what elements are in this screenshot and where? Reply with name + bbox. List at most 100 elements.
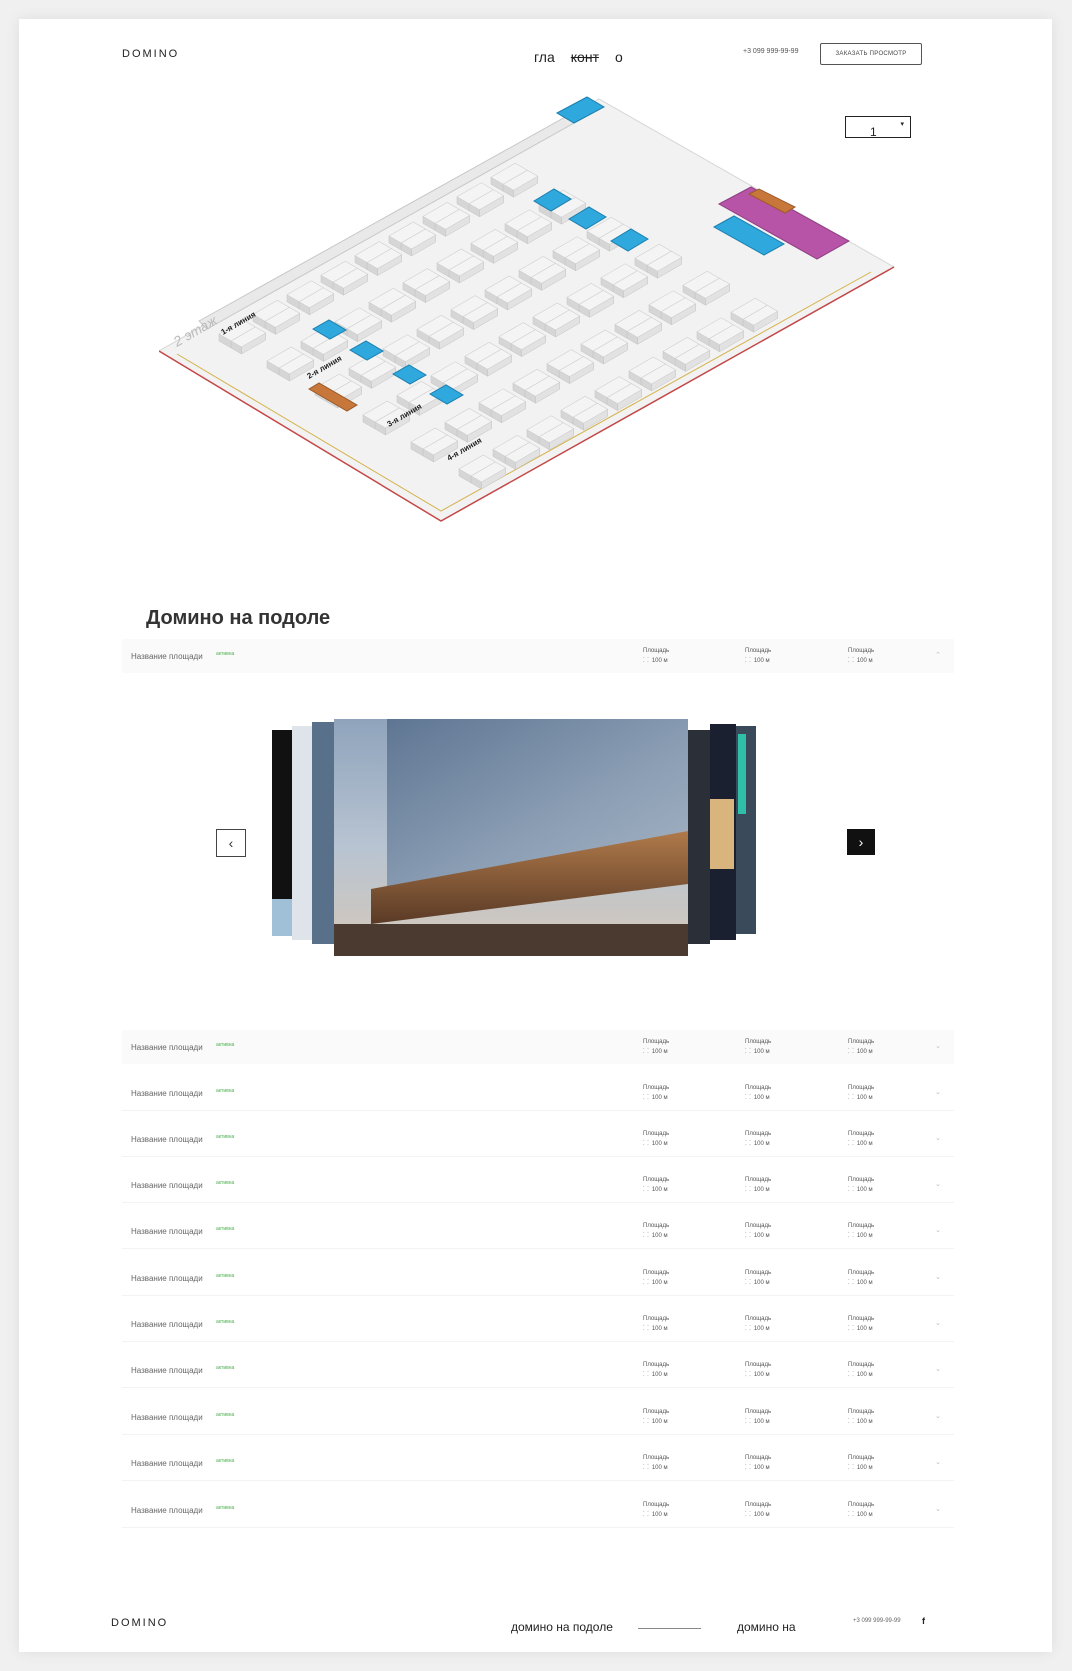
area-stat-value: 100 м xyxy=(643,1324,669,1334)
area-row[interactable]: Название площадиактивнаПлощадь100 мПлоща… xyxy=(122,1261,954,1296)
chevron-up-icon[interactable]: ⌃ xyxy=(935,651,941,659)
area-stat-value: 100 м xyxy=(848,1185,874,1195)
chevron-down-icon[interactable]: ⌄ xyxy=(935,1412,941,1420)
status-badge: активна xyxy=(216,1273,235,1279)
area-stat: Площадь 100 м xyxy=(745,1408,771,1427)
status-badge: активна xyxy=(216,1412,235,1418)
chevron-down-icon[interactable]: ⌄ xyxy=(935,1273,941,1281)
area-stat: Площадь 100 м xyxy=(745,1361,771,1380)
area-stat-label: Площадь xyxy=(848,1223,875,1229)
area-row[interactable]: Название площадиактивнаПлощадь100 мПлоща… xyxy=(122,1307,954,1342)
area-row[interactable]: Название площадиактивнаПлощадь100 мПлоща… xyxy=(122,1076,954,1111)
order-viewing-button[interactable]: ЗАКАЗАТЬ ПРОСМОТР xyxy=(820,43,922,65)
area-row[interactable]: Название площадиактивнаПлощадь100 мПлоща… xyxy=(122,1030,954,1064)
area-stat-value: 100 м xyxy=(745,1185,771,1195)
chevron-down-icon[interactable]: ⌄ xyxy=(935,1458,941,1466)
gallery-slide[interactable] xyxy=(292,726,312,940)
area-stat: Площадь 100 м xyxy=(745,1454,771,1473)
area-name: Название площади xyxy=(131,1413,203,1422)
area-row[interactable]: Название площадиактивнаПлощадь100 мПлоща… xyxy=(122,1214,954,1249)
logo[interactable]: DOMINO xyxy=(122,48,179,60)
area-stat-label: Площадь xyxy=(643,1316,670,1322)
area-stat-value: 100 м xyxy=(848,1463,874,1473)
gallery-slide[interactable] xyxy=(738,734,746,814)
facebook-icon[interactable]: f xyxy=(922,1616,925,1626)
area-stat: Площадь 100 м xyxy=(643,1084,669,1103)
footer-logo[interactable]: DOMINO xyxy=(111,1617,168,1629)
area-stat-value: 100 м xyxy=(643,1370,669,1380)
area-stat-label: Площадь xyxy=(643,1177,670,1183)
area-name: Название площади xyxy=(131,1366,203,1375)
chevron-down-icon[interactable]: ⌄ xyxy=(935,1365,941,1373)
area-stat: Площадь 100 м xyxy=(745,1084,771,1103)
area-name: Название площади xyxy=(131,1274,203,1283)
gallery-main-image-ground xyxy=(334,924,688,956)
gallery-slide[interactable] xyxy=(688,730,710,944)
area-row[interactable]: Название площадиактивнаПлощадь100 мПлоща… xyxy=(122,639,954,673)
status-badge: активна xyxy=(216,1042,235,1048)
area-stat: Площадь 100 м xyxy=(643,1501,669,1520)
gallery-slide[interactable] xyxy=(272,899,292,936)
chevron-right-icon: › xyxy=(858,834,864,850)
chevron-down-icon[interactable]: ⌄ xyxy=(935,1134,941,1142)
area-stat-label: Площадь xyxy=(745,1039,772,1045)
area-stat-value: 100 м xyxy=(745,1231,771,1241)
status-badge: активна xyxy=(216,1180,235,1186)
area-name: Название площади xyxy=(131,1506,203,1515)
gallery-slide[interactable] xyxy=(710,799,734,869)
footer-divider xyxy=(638,1628,701,1629)
area-row[interactable]: Название площадиактивнаПлощадь100 мПлоща… xyxy=(122,1353,954,1388)
area-stat-label: Площадь xyxy=(643,1455,670,1461)
chevron-down-icon[interactable]: ⌄ xyxy=(935,1226,941,1234)
area-stat-label: Площадь xyxy=(848,1085,875,1091)
area-row[interactable]: Название площадиактивнаПлощадь100 мПлоща… xyxy=(122,1400,954,1435)
floor-map[interactable]: 2 этаж 1-я линия 2-я линия 3-я линия 4-я… xyxy=(159,89,959,559)
area-stat: Площадь 100 м xyxy=(643,1038,669,1057)
area-row[interactable]: Название площадиактивнаПлощадь100 мПлоща… xyxy=(122,1122,954,1157)
status-badge: активна xyxy=(216,1134,235,1140)
area-stat: Площадь 100 м xyxy=(848,647,874,666)
area-stat: Площадь 100 м xyxy=(745,1176,771,1195)
nav-item-about[interactable]: о xyxy=(615,49,623,65)
area-stat-label: Площадь xyxy=(643,1502,670,1508)
footer-link-domino-podol[interactable]: домино на подоле xyxy=(511,1620,613,1634)
gallery-prev-button[interactable]: ‹ xyxy=(216,829,246,857)
area-stat-value: 100 м xyxy=(643,656,669,666)
area-stat: Площадь 100 м xyxy=(643,647,669,666)
area-stat-value: 100 м xyxy=(848,1139,874,1149)
gallery-next-button[interactable]: › xyxy=(847,829,875,855)
area-row[interactable]: Название площадиактивнаПлощадь100 мПлоща… xyxy=(122,1168,954,1203)
chevron-down-icon[interactable]: ⌄ xyxy=(935,1042,941,1050)
gallery-slide[interactable] xyxy=(312,722,334,944)
chevron-down-icon[interactable]: ⌄ xyxy=(935,1505,941,1513)
image-gallery[interactable] xyxy=(19,719,1052,979)
chevron-down-icon[interactable]: ⌄ xyxy=(935,1088,941,1096)
area-stat-value: 100 м xyxy=(643,1463,669,1473)
area-stat: Площадь 100 м xyxy=(643,1454,669,1473)
area-stat-value: 100 м xyxy=(848,1510,874,1520)
area-name: Название площади xyxy=(131,1135,203,1144)
area-stat-label: Площадь xyxy=(745,1502,772,1508)
footer-phone[interactable]: +3 099 999-99-99 xyxy=(853,1618,901,1624)
area-stat-label: Площадь xyxy=(745,1362,772,1368)
nav-item-contacts[interactable]: конт xyxy=(571,49,599,65)
footer-link-domino[interactable]: домино на xyxy=(737,1620,796,1634)
area-stat: Площадь 100 м xyxy=(643,1222,669,1241)
area-row[interactable]: Название площадиактивнаПлощадь100 мПлоща… xyxy=(122,1446,954,1481)
area-name: Название площади xyxy=(131,1043,203,1052)
area-row[interactable]: Название площадиактивнаПлощадь100 мПлоща… xyxy=(122,1493,954,1528)
area-stat-value: 100 м xyxy=(643,1093,669,1103)
nav-item-home[interactable]: гла xyxy=(534,49,555,65)
area-stat-label: Площадь xyxy=(745,648,772,654)
area-stat-label: Площадь xyxy=(848,1316,875,1322)
main-nav: гла конт о xyxy=(534,49,623,65)
header-phone[interactable]: +3 099 999-99-99 xyxy=(743,48,798,55)
chevron-down-icon[interactable]: ⌄ xyxy=(935,1180,941,1188)
area-stat-value: 100 м xyxy=(745,1324,771,1334)
area-stat-label: Площадь xyxy=(745,1223,772,1229)
chevron-down-icon[interactable]: ⌄ xyxy=(935,1319,941,1327)
area-stat-value: 100 м xyxy=(643,1047,669,1057)
area-stat-label: Площадь xyxy=(643,1131,670,1137)
status-badge: активна xyxy=(216,1458,235,1464)
area-stat: Площадь 100 м xyxy=(848,1361,874,1380)
